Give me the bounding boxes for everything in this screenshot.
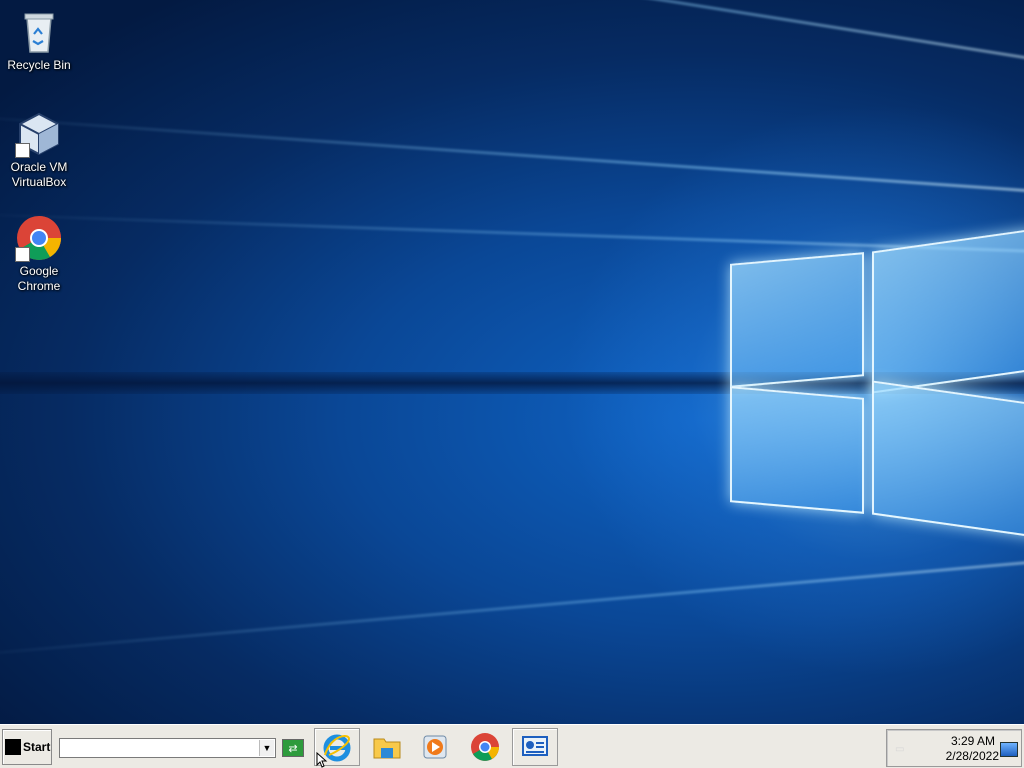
file-explorer-icon [373,738,401,759]
taskbar-btn-media-player[interactable] [412,728,458,766]
recycle-bin-icon [15,8,63,56]
window-pane [872,228,1024,394]
taskbar-btn-control-panel[interactable] [512,728,558,766]
window-pane [872,380,1024,538]
clock-date[interactable]: 2/28/2022 [946,749,999,763]
window-pane [730,252,864,388]
address-combo[interactable]: ▼ [59,738,276,758]
taskbar-btn-chrome[interactable] [462,728,508,766]
mouse-cursor-icon [316,752,328,768]
desktop-icon-label: Oracle VM VirtualBox [10,160,68,189]
media-player-icon [423,735,447,759]
system-tray: ▭ 3:29 AM 2/28/2022 [886,729,1022,767]
desktop-icon-recycle-bin[interactable]: Recycle Bin [2,8,76,73]
go-button[interactable]: ⇄ [282,739,304,757]
start-icon [5,739,21,755]
shortcut-arrow-icon [15,247,30,262]
desktop-wallpaper: Recycle Bin Oracle VM VirtualBox Google … [0,0,1024,724]
chrome-icon [471,733,499,761]
shortcut-arrow-icon [15,143,30,158]
light-beam [0,113,1024,193]
tray-faint-icon: ▭ [895,744,905,755]
desktop-icon-label: Recycle Bin [7,58,71,72]
desktop-icon-google-chrome[interactable]: Google Chrome [2,214,76,294]
refresh-icon: ⇄ [288,742,298,755]
desktop-icon-virtualbox[interactable]: Oracle VM VirtualBox [2,110,76,190]
clock-time[interactable]: 3:29 AM [951,734,995,748]
chrome-icon [15,214,63,262]
light-beam [0,560,1024,661]
virtualbox-icon [15,110,63,158]
network-icon[interactable] [1000,742,1018,757]
light-beam [0,0,1024,63]
desktop-icon-label: Google Chrome [17,264,61,293]
start-label: Start [23,740,51,754]
start-button[interactable]: Start [2,729,52,765]
light-beam [0,212,1024,253]
shadow-band [0,372,1024,394]
taskbar: Start ▼ ⇄ ▭ 3:29 AM 2/28/2022 [0,724,1024,768]
window-pane [730,386,864,514]
chevron-down-icon[interactable]: ▼ [259,740,274,756]
control-panel-icon [522,736,548,756]
address-input[interactable] [62,740,262,758]
taskbar-btn-file-explorer[interactable] [364,728,410,766]
